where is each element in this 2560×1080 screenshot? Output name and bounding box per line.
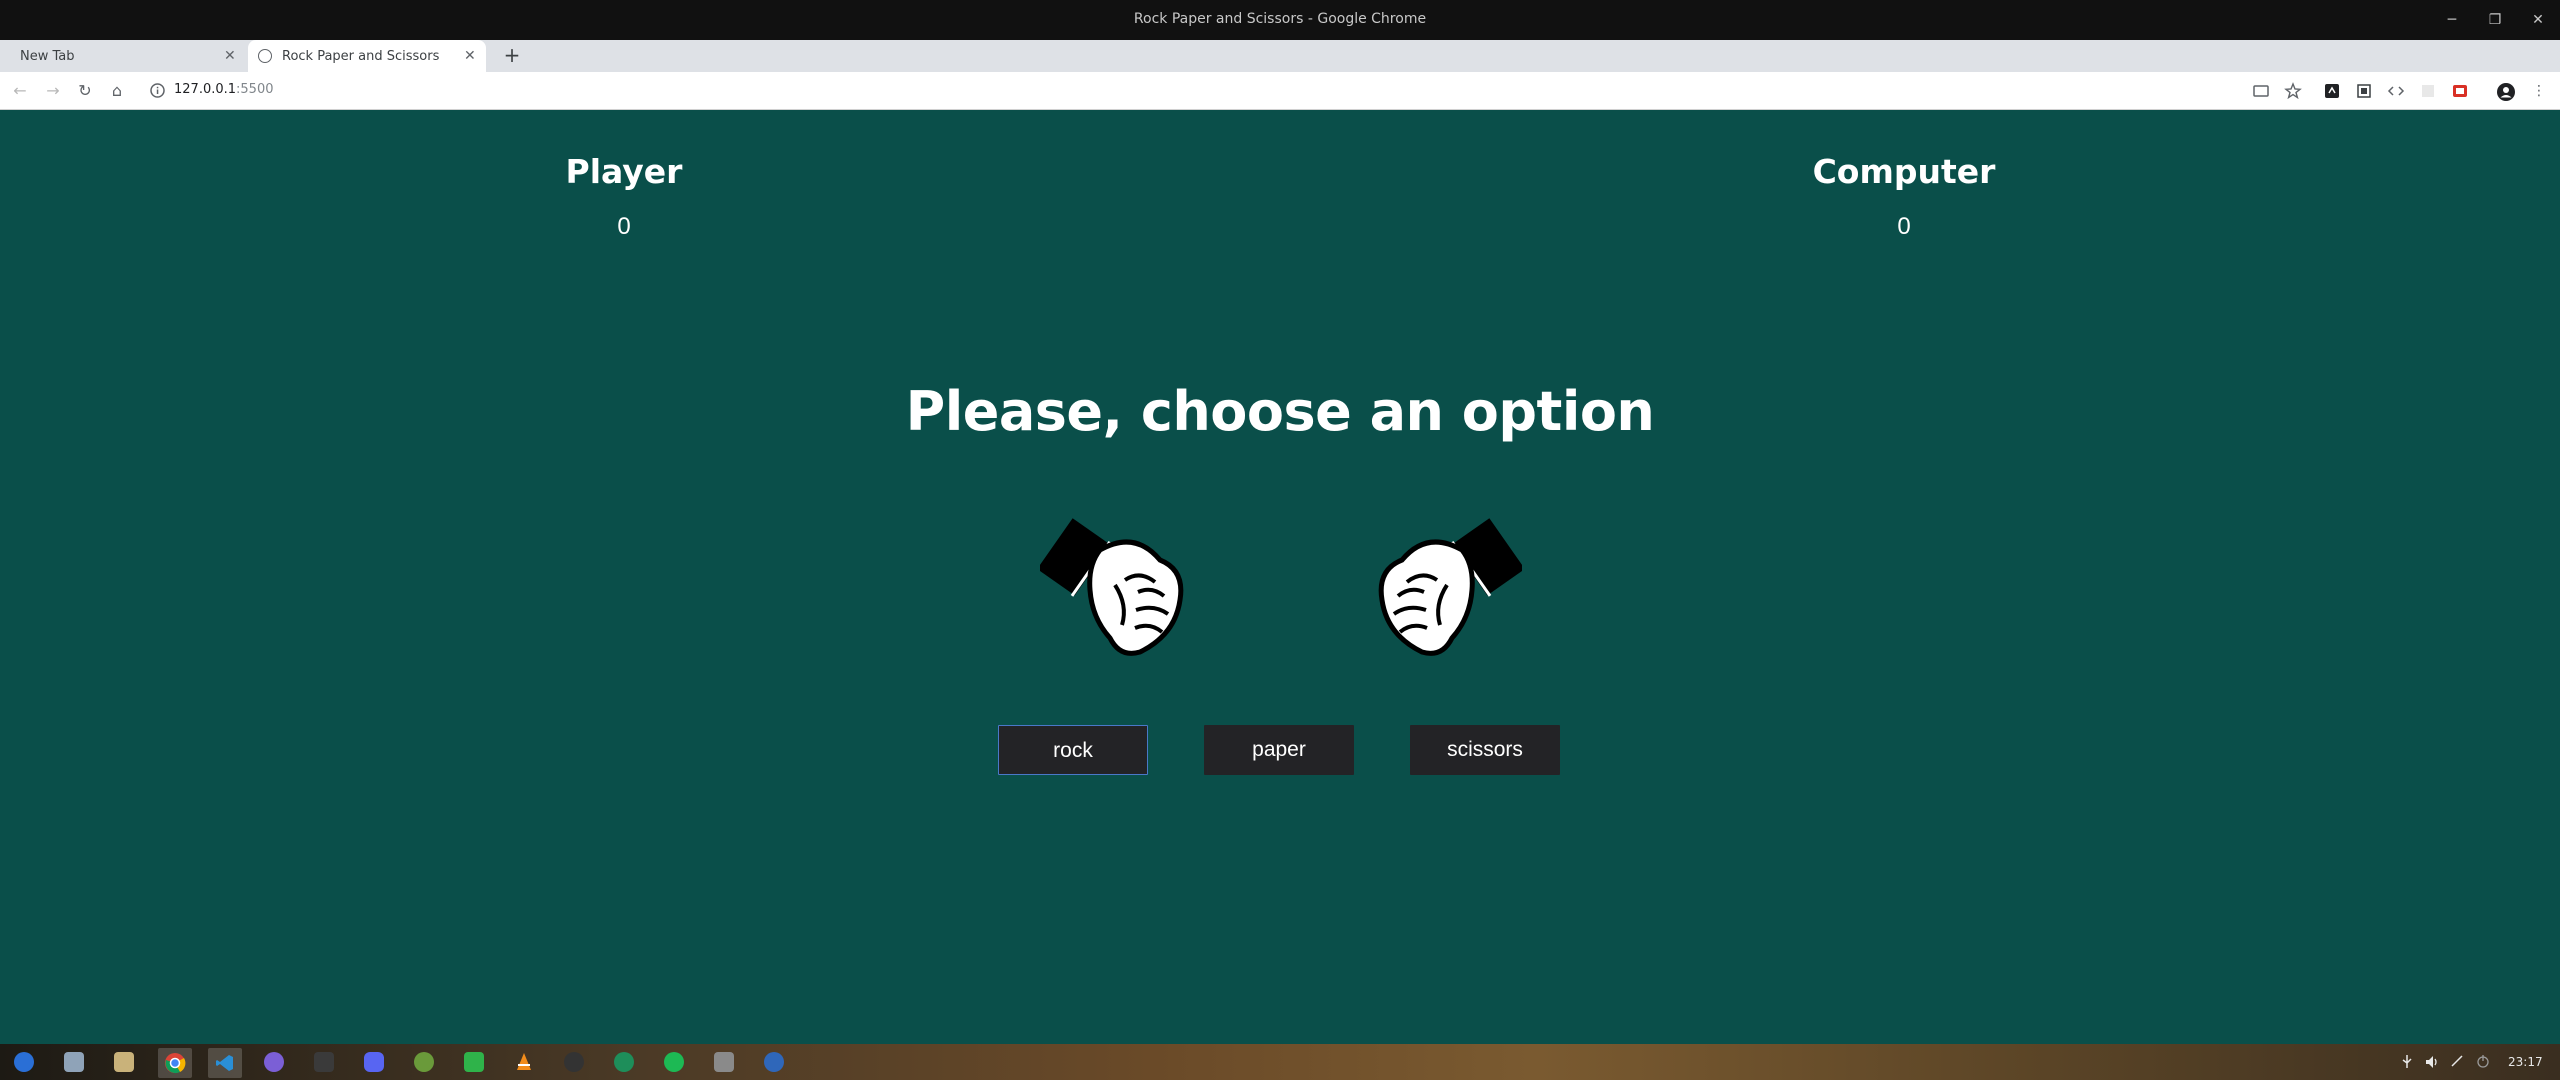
firefox-icon[interactable] bbox=[264, 1052, 284, 1072]
player-label: Player bbox=[565, 152, 683, 191]
close-tab-icon[interactable]: ✕ bbox=[464, 48, 476, 64]
os-taskbar: 23:17 bbox=[0, 1044, 2560, 1080]
github-icon[interactable] bbox=[564, 1052, 584, 1072]
tab-rock-paper-scissors[interactable]: Rock Paper and Scissors ✕ bbox=[248, 40, 486, 72]
home-button[interactable]: ⌂ bbox=[105, 79, 129, 103]
android-studio-icon[interactable] bbox=[414, 1052, 434, 1072]
minimize-button[interactable]: ─ bbox=[2440, 8, 2464, 32]
maps-icon[interactable] bbox=[614, 1052, 634, 1072]
scissors-button[interactable]: scissors bbox=[1410, 725, 1560, 775]
tab-new-tab[interactable]: New Tab ✕ bbox=[8, 40, 244, 72]
paper-button[interactable]: paper bbox=[1204, 725, 1354, 775]
computer-score: 0 bbox=[1897, 213, 1911, 240]
profile-avatar[interactable] bbox=[2496, 82, 2515, 101]
choose-option-heading: Please, choose an option bbox=[905, 380, 1655, 443]
back-button[interactable]: ← bbox=[8, 79, 32, 103]
volume-tray-icon[interactable] bbox=[2424, 1054, 2440, 1074]
tab-strip: New Tab ✕ Rock Paper and Scissors ✕ bbox=[0, 40, 2560, 72]
game-page: Player 0 Computer 0 Please, choose an op… bbox=[0, 110, 2560, 1044]
computer-fist-icon bbox=[1352, 510, 1525, 670]
restore-button[interactable]: ❐ bbox=[2483, 8, 2507, 32]
launcher-icon[interactable] bbox=[14, 1052, 34, 1072]
close-window-button[interactable]: ✕ bbox=[2526, 8, 2550, 32]
extension-dark-icon[interactable] bbox=[2323, 82, 2341, 100]
url-host: 127.0.0.1 bbox=[174, 82, 237, 97]
title-bar: Rock Paper and Scissors - Google Chrome … bbox=[0, 0, 2560, 40]
computer-score-panel: Computer 0 bbox=[1754, 152, 2054, 241]
computer-label: Computer bbox=[1812, 152, 1996, 191]
pen-tray-icon[interactable] bbox=[2450, 1054, 2464, 1072]
cast-icon[interactable] bbox=[2252, 82, 2270, 100]
spreadsheet-icon[interactable] bbox=[464, 1052, 484, 1072]
tab-label: Rock Paper and Scissors bbox=[282, 49, 440, 64]
qbittorrent-icon[interactable] bbox=[764, 1052, 784, 1072]
chrome-taskbar-button[interactable] bbox=[158, 1048, 192, 1078]
reload-button[interactable]: ↻ bbox=[73, 79, 97, 103]
close-tab-icon[interactable]: ✕ bbox=[224, 48, 236, 64]
globe-icon bbox=[258, 49, 272, 63]
browser-toolbar: ← → ↻ ⌂ 127.0.0.1:5500 ⋮ bbox=[0, 72, 2560, 110]
discord-icon[interactable] bbox=[364, 1052, 384, 1072]
power-tray-icon[interactable] bbox=[2476, 1054, 2490, 1072]
screenshot-extension-icon[interactable] bbox=[2355, 82, 2373, 100]
tab-label: New Tab bbox=[20, 49, 75, 64]
player-fist-icon bbox=[1037, 510, 1210, 670]
bookmark-star-icon[interactable] bbox=[2284, 82, 2302, 100]
red-extension-icon[interactable] bbox=[2451, 82, 2469, 100]
files-icon[interactable] bbox=[114, 1052, 134, 1072]
player-score-panel: Player 0 bbox=[474, 152, 774, 241]
terminal-icon[interactable] bbox=[314, 1052, 334, 1072]
layers-icon[interactable] bbox=[714, 1052, 734, 1072]
address-bar[interactable]: 127.0.0.1:5500 bbox=[174, 82, 274, 97]
blank-extension-icon[interactable] bbox=[2419, 82, 2437, 100]
clock: 23:17 bbox=[2508, 1055, 2543, 1069]
usb-tray-icon[interactable] bbox=[2400, 1054, 2414, 1074]
rock-button[interactable]: rock bbox=[998, 725, 1148, 775]
url-port: :5500 bbox=[236, 82, 274, 97]
vscode-taskbar-button[interactable] bbox=[208, 1048, 242, 1078]
chrome-menu-icon[interactable]: ⋮ bbox=[2530, 82, 2548, 100]
new-tab-button[interactable]: + bbox=[500, 44, 524, 68]
player-score: 0 bbox=[617, 213, 631, 240]
forward-button[interactable]: → bbox=[41, 79, 65, 103]
window-title: Rock Paper and Scissors - Google Chrome bbox=[1133, 11, 1427, 27]
file-manager-icon[interactable] bbox=[64, 1052, 84, 1072]
spotify-icon[interactable] bbox=[664, 1052, 684, 1072]
site-info-icon[interactable] bbox=[150, 83, 165, 98]
code-extension-icon[interactable] bbox=[2387, 82, 2405, 100]
vlc-icon[interactable] bbox=[514, 1052, 534, 1072]
